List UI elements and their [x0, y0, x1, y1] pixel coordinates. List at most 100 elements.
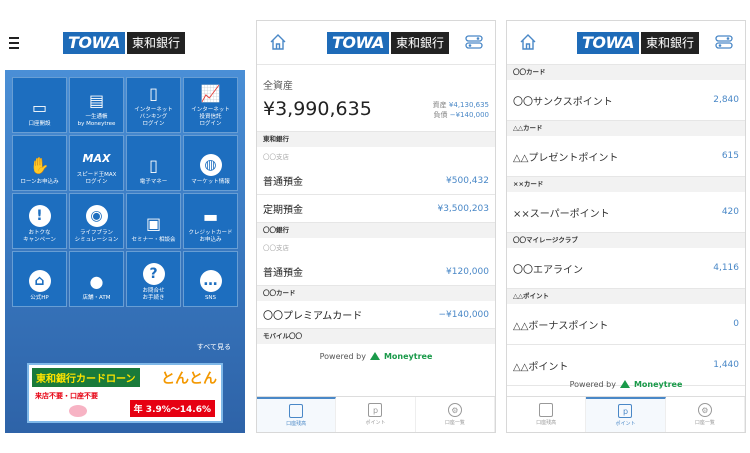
menu-grid: ▭ 口座開設 ▤ 一生通帳 by Moneytree ▯ インターネット バンキング ログ…: [12, 77, 238, 307]
menu-tile-sns[interactable]: … SNS: [183, 251, 238, 307]
credit-card-icon: ▬: [202, 206, 219, 226]
account-balance: −¥140,000: [438, 309, 489, 320]
launcher-body: ▭ 口座開設 ▤ 一生通帳 by Moneytree ▯ インターネット バンキング ログ…: [5, 70, 245, 433]
points-row[interactable]: 〇〇エアライン 4,116: [507, 248, 745, 289]
account-balance: ¥120,000: [446, 266, 489, 277]
question-icon: ?: [140, 263, 168, 285]
towa-logo: TOWA 東和銀行: [63, 32, 185, 54]
tab-balance[interactable]: 口座残高: [257, 397, 337, 432]
assets-screen: TOWA 東和銀行 全資産 ¥3,990,635 資産 ¥4,130,635 負…: [256, 20, 496, 433]
menu-tile-home[interactable]: ⌂ 公式HP: [12, 251, 67, 307]
settings-toggle-icon[interactable]: [715, 35, 733, 49]
menu-tile-card[interactable]: ▭ 口座開設: [12, 77, 67, 133]
menu-tile-chart[interactable]: 📈 インターネット 投資信託 ログイン: [183, 77, 238, 133]
tab-points[interactable]: p ポイント: [586, 397, 666, 432]
settings-toggle-icon[interactable]: [465, 35, 483, 49]
menu-tile-e-money[interactable]: ▯ 電子マネー: [126, 135, 181, 191]
life-plan-icon: ◉: [83, 205, 111, 227]
account-row[interactable]: 定期預金 ¥3,500,203: [257, 195, 495, 223]
account-row[interactable]: 普通預金 ¥120,000: [257, 258, 495, 286]
menu-tile-label: マーケット情報: [191, 179, 230, 185]
menu-tile-label: 公式HP: [30, 295, 49, 301]
account-row[interactable]: 〇〇プレミアムカード −¥140,000: [257, 301, 495, 329]
menu-tile-credit-card[interactable]: ▬ クレジットカード お申込み: [183, 193, 238, 249]
launcher-screen: TOWA 東和銀行 ▭ 口座開設 ▤ 一生通帳 by Moneytree ▯ インターネッ…: [5, 20, 245, 433]
pig-icon: [69, 405, 87, 417]
powered-by: Powered by Moneytree: [569, 379, 683, 389]
menu-tile-max[interactable]: MAX スピード王MAX ログイン: [69, 135, 124, 191]
program-header: △△ポイント: [507, 289, 745, 304]
menu-tile-globe[interactable]: ◍ マーケット情報: [183, 135, 238, 191]
total-assets-row: ¥3,990,635 資産 ¥4,130,635 負債 −¥140,000: [257, 92, 495, 132]
menu-tile-life-plan[interactable]: ◉ ライフプラン シミュレーション: [69, 193, 124, 249]
institution-header: 〇〇カード: [257, 286, 495, 301]
wallet-icon: [289, 404, 304, 418]
menu-tile-label: 電子マネー: [139, 179, 168, 185]
towa-logo: TOWA 東和銀行: [327, 32, 449, 54]
assets-value: ¥4,130,635: [448, 101, 489, 109]
card-loan-banner[interactable]: 東和銀行カードローン とんとん 来店不要・口座不要 年 3.9%〜14.6%: [27, 363, 223, 423]
menu-tile-label: スピード王MAX ログイン: [76, 172, 117, 185]
program-header: 〇〇カード: [507, 65, 745, 80]
hamburger-menu-icon[interactable]: [9, 37, 19, 52]
points-row[interactable]: △△プレゼントポイント 615: [507, 136, 745, 177]
points-icon: p: [618, 404, 633, 418]
logo-jp: 東和銀行: [126, 32, 185, 54]
points-name: ××スーパーポイント: [513, 208, 610, 220]
home-icon: ⌂: [26, 270, 54, 292]
launcher-header: TOWA 東和銀行: [5, 20, 245, 70]
pin-icon: ●: [89, 271, 104, 291]
menu-tile-label: 口座開設: [28, 121, 51, 127]
logo-en: TOWA: [63, 32, 125, 54]
max-icon: MAX: [82, 151, 111, 165]
towa-logo: TOWA 東和銀行: [577, 32, 699, 54]
seminar-icon: ▣: [145, 213, 162, 233]
institution-header: 〇〇銀行: [257, 223, 495, 238]
app-header: TOWA 東和銀行: [257, 21, 495, 65]
menu-tile-seminar[interactable]: ▣ セミナー・相談会: [126, 193, 181, 249]
tab-accounts[interactable]: ⚙ 口座一覧: [666, 397, 745, 432]
liabilities-value: −¥140,000: [449, 111, 489, 119]
points-row[interactable]: ××スーパーポイント 420: [507, 192, 745, 233]
tab-balance[interactable]: 口座残高: [507, 397, 587, 432]
points-name: △△ボーナスポイント: [513, 320, 609, 332]
program-header: △△カード: [507, 121, 745, 136]
account-row[interactable]: 普通預金 ¥500,432: [257, 167, 495, 195]
account-balance: ¥3,500,203: [437, 203, 489, 214]
institution-header: モバイル〇〇: [257, 329, 495, 344]
points-value: 615: [721, 151, 739, 161]
home-icon[interactable]: [519, 33, 537, 51]
see-all-link[interactable]: すべて見る: [197, 342, 231, 352]
menu-tile-bank[interactable]: ▤ 一生通帳 by Moneytree: [69, 77, 124, 133]
menu-tile-exclaim[interactable]: ! おトクな キャンペーン: [12, 193, 67, 249]
menu-tile-pin[interactable]: ● 店舗・ATM: [69, 251, 124, 307]
menu-tile-label: SNS: [204, 295, 217, 301]
menu-tile-label: インターネット バンキング ログイン: [134, 107, 173, 127]
menu-tile-phone[interactable]: ▯ インターネット バンキング ログイン: [126, 77, 181, 133]
account-name: 〇〇プレミアムカード: [263, 311, 363, 322]
points-row[interactable]: 〇〇サンクスポイント 2,840: [507, 80, 745, 121]
tab-accounts[interactable]: ⚙ 口座一覧: [416, 397, 495, 432]
points-row[interactable]: △△ボーナスポイント 0: [507, 304, 745, 345]
points-value: 1,440: [713, 360, 739, 370]
phone-icon: ▯: [149, 83, 158, 103]
bottom-tab-bar: 口座残高 p ポイント ⚙ 口座一覧: [257, 396, 495, 432]
menu-tile-label: おトクな キャンペーン: [23, 230, 56, 243]
bank-icon: ▤: [88, 90, 105, 110]
account-name: 普通預金: [263, 268, 303, 279]
home-icon[interactable]: [269, 33, 287, 51]
menu-tile-hand-phone[interactable]: ✋ ローンお申込み: [12, 135, 67, 191]
gear-icon: ⚙: [697, 403, 712, 417]
points-name: 〇〇エアライン: [513, 264, 583, 276]
points-icon: p: [368, 403, 383, 417]
wallet-icon: [539, 403, 554, 417]
menu-tile-label: インターネット 投資信託 ログイン: [191, 107, 230, 127]
moneytree-logo-icon: [619, 380, 630, 388]
branch-label: 〇〇支店: [263, 153, 289, 161]
chart-icon: 📈: [200, 83, 221, 103]
hand-phone-icon: ✋: [29, 155, 50, 175]
menu-tile-question[interactable]: ? お問合せ お手続き: [126, 251, 181, 307]
e-money-icon: ▯: [149, 155, 158, 175]
banner-brand: とんとん: [161, 371, 217, 387]
tab-points[interactable]: p ポイント: [336, 397, 416, 432]
